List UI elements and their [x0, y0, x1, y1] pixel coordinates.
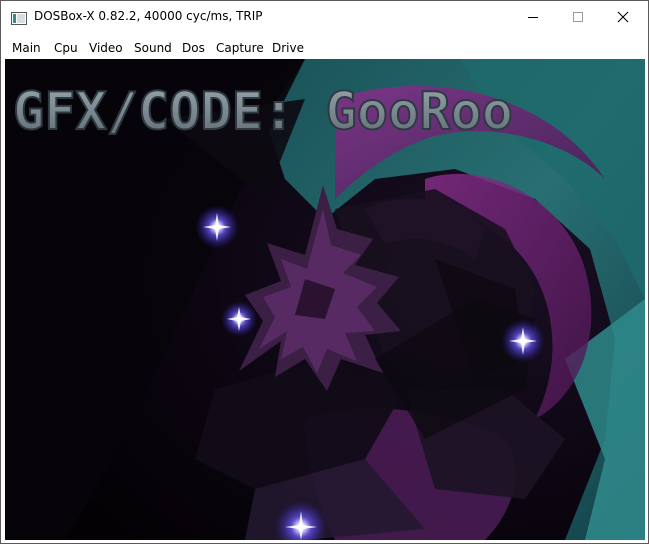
- dosbox-window: DOSBox-X 0.82.2, 40000 cyc/ms, TRIP Main…: [0, 0, 649, 544]
- menu-dos[interactable]: Dos: [182, 41, 205, 55]
- menu-drive[interactable]: Drive: [272, 41, 304, 55]
- dosbox-app-icon: [11, 10, 27, 25]
- demo-credit-banner: GFX/CODE: GooRoo: [13, 82, 513, 142]
- menu-main[interactable]: Main: [12, 41, 41, 55]
- menu-sound[interactable]: Sound: [134, 41, 172, 55]
- menu-capture[interactable]: Capture: [216, 41, 264, 55]
- close-button[interactable]: [600, 1, 646, 33]
- menu-bar: Main Cpu Video Sound Dos Capture Drive: [1, 37, 648, 59]
- close-icon: [617, 11, 629, 23]
- title-bar[interactable]: DOSBox-X 0.82.2, 40000 cyc/ms, TRIP: [1, 1, 648, 33]
- minimize-icon: [528, 17, 538, 18]
- maximize-icon: [573, 12, 583, 22]
- window-title: DOSBox-X 0.82.2, 40000 cyc/ms, TRIP: [34, 9, 263, 23]
- maximize-button[interactable]: [555, 1, 601, 33]
- menu-cpu[interactable]: Cpu: [54, 41, 78, 55]
- menu-video[interactable]: Video: [89, 41, 123, 55]
- minimize-button[interactable]: [510, 1, 556, 33]
- demo-scene: GFX/CODE: GooRoo: [5, 59, 645, 540]
- dos-screen[interactable]: GFX/CODE: GooRoo: [5, 59, 645, 540]
